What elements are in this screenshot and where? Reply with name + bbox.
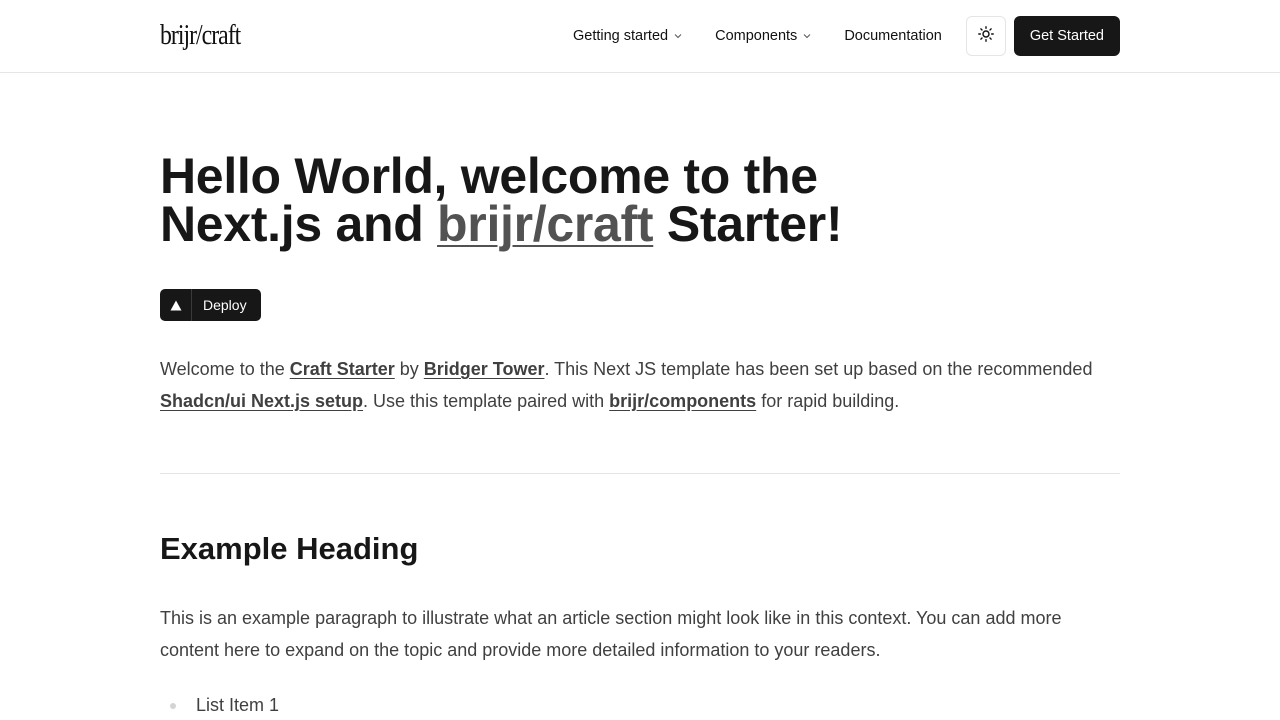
intro-text: for rapid building. [756,391,900,411]
craft-starter-link[interactable]: Craft Starter [290,359,395,379]
vercel-triangle-icon [160,289,192,321]
hero-line2-post: Starter! [653,196,843,252]
chevron-down-icon [802,31,812,41]
intro-paragraph: Welcome to the Craft Starter by Bridger … [160,353,1120,417]
intro-text: . This Next JS template has been set up … [544,359,1093,379]
brijr-components-link[interactable]: brijr/components [609,391,756,411]
theme-toggle-button[interactable] [965,16,1006,56]
site-header: brijr/craft Getting started Components D… [0,0,1280,73]
nav-getting-started-label: Getting started [572,28,669,44]
intro-text: . Use this template paired with [363,391,610,411]
deploy-label: Deploy [203,297,247,313]
chevron-down-icon [673,31,683,41]
bridger-tower-link[interactable]: Bridger Tower [424,359,545,379]
hero-brijr-craft-link[interactable]: brijr/craft [437,196,654,252]
intro-text: by [394,359,424,379]
deploy-button[interactable]: Deploy [160,289,261,321]
nav-documentation[interactable]: Documentation [828,16,958,56]
get-started-button[interactable]: Get Started [1013,16,1120,56]
logo[interactable]: brijr/craft [160,18,241,52]
nav-components[interactable]: Components [699,16,828,56]
list-item: List Item 1 [160,689,279,720]
nav-components-label: Components [715,28,798,44]
main-nav: Getting started Components Documentation [557,16,1120,56]
nav-getting-started[interactable]: Getting started [557,16,699,56]
hero-line2-pre: Next.js and [160,196,438,252]
article-heading: Example Heading [160,531,419,566]
nav-documentation-label: Documentation [844,28,942,44]
sun-icon [977,25,994,47]
hero-title: Hello World, welcome to the Next.js and … [160,151,1060,249]
article-paragraph: This is an example paragraph to illustra… [160,608,1062,660]
intro-text: Welcome to the [160,359,290,379]
shadcn-setup-link[interactable]: Shadcn/ui Next.js setup [160,391,363,411]
list-item-label: List Item 1 [196,695,280,715]
section-divider [160,473,1120,474]
article-list: List Item 1 [160,689,279,720]
bullet-icon [170,703,176,709]
